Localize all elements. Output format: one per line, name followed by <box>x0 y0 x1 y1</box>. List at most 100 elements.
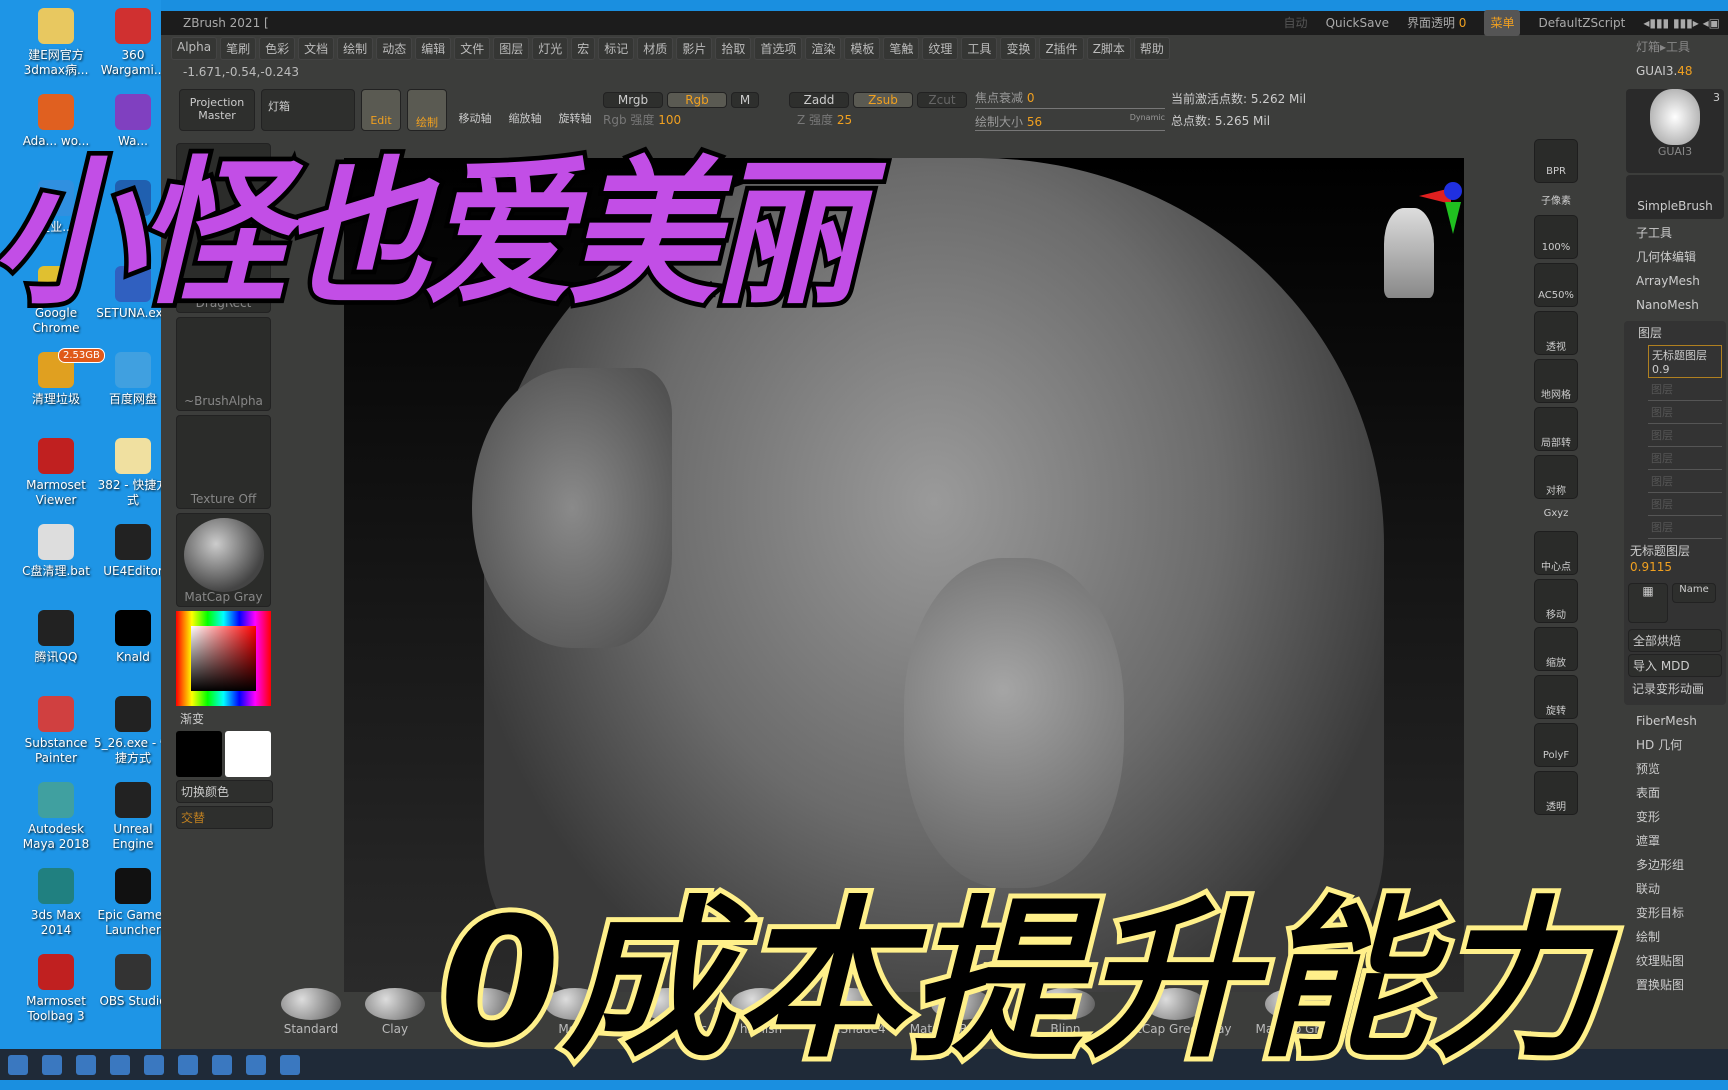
menu-item[interactable]: 色彩 <box>259 37 296 60</box>
menu-item[interactable]: 纹理 <box>922 37 959 60</box>
taskbar-app-icon[interactable] <box>76 1054 96 1075</box>
alternate-button[interactable]: 交替 <box>176 806 273 829</box>
taskbar-app-icon[interactable] <box>246 1054 266 1075</box>
desktop-icon[interactable]: 腾讯QQ <box>16 610 96 665</box>
tool-subpalette[interactable]: 变形目标 <box>1622 901 1728 925</box>
menu-item[interactable]: 笔刷 <box>220 37 257 60</box>
menu-item[interactable]: Alpha <box>171 37 218 60</box>
dynamic-toggle[interactable]: Dynamic <box>1130 113 1165 122</box>
layer-slot[interactable]: 图层 <box>1648 470 1722 493</box>
right-shelf-button[interactable]: 100% <box>1534 215 1578 259</box>
tool-subpalette[interactable]: ArrayMesh <box>1622 269 1728 293</box>
desktop-icon[interactable]: Marmoset Toolbag 3 <box>16 954 96 1024</box>
layer-slot[interactable]: 图层 <box>1648 424 1722 447</box>
menu-item[interactable]: 动态 <box>376 37 413 60</box>
menu-item[interactable]: 材质 <box>637 37 674 60</box>
default-zscript-button[interactable]: DefaultZScript <box>1538 11 1625 35</box>
layer-slot[interactable]: 图层 <box>1648 378 1722 401</box>
tool-subpalette[interactable]: 预览 <box>1622 757 1728 781</box>
right-shelf-button[interactable]: 局部转 <box>1534 407 1578 451</box>
brush-item[interactable]: Standard <box>281 988 341 1036</box>
right-shelf-button[interactable]: AC50% <box>1534 263 1578 307</box>
menu-item[interactable]: 文件 <box>454 37 491 60</box>
secondary-color-swatch[interactable] <box>225 731 271 777</box>
active-layer[interactable]: 无标题图层 0.9 <box>1648 345 1722 378</box>
tool-subpalette[interactable]: 几何体编辑 <box>1622 245 1728 269</box>
right-shelf-button[interactable]: BPR <box>1534 139 1578 183</box>
tool-subpalette[interactable]: 遮罩 <box>1622 829 1728 853</box>
tool-subpalette[interactable]: NanoMesh <box>1622 293 1728 317</box>
taskbar-app-icon[interactable] <box>212 1054 232 1075</box>
taskbar-app-icon[interactable] <box>280 1054 300 1075</box>
right-shelf-button[interactable]: 地网格 <box>1534 359 1578 403</box>
desktop-icon[interactable]: Marmoset Viewer <box>16 438 96 508</box>
right-shelf-button[interactable]: 透明 <box>1534 771 1578 815</box>
menu-item[interactable]: 编辑 <box>415 37 452 60</box>
brush-item[interactable]: Clay <box>365 988 425 1036</box>
layer-slot[interactable]: 图层 <box>1648 447 1722 470</box>
right-shelf-button[interactable]: 旋转 <box>1534 675 1578 719</box>
tool-subpalette[interactable]: HD 几何 <box>1622 733 1728 757</box>
tool-subpalette[interactable]: FiberMesh <box>1622 709 1728 733</box>
taskbar-app-icon[interactable] <box>8 1054 28 1075</box>
right-shelf-button[interactable]: Gxyz <box>1534 503 1578 527</box>
right-shelf-button[interactable]: 对称 <box>1534 455 1578 499</box>
right-shelf-button[interactable]: 移动 <box>1534 579 1578 623</box>
zsub-button[interactable]: Zsub <box>853 92 913 108</box>
desktop-icon[interactable]: 建E网官方 3dmax病... <box>16 8 96 78</box>
zcut-button[interactable]: Zcut <box>917 92 967 108</box>
layer-slot[interactable]: 图层 <box>1648 516 1722 539</box>
tool-subpalette[interactable]: 纹理贴图 <box>1622 949 1728 973</box>
draw-size-slider[interactable]: 绘制大小 56 Dynamic <box>975 113 1165 131</box>
name-button[interactable]: Name <box>1672 583 1716 603</box>
tool-subpalette[interactable]: 变形 <box>1622 805 1728 829</box>
switch-color-button[interactable]: 切换颜色 <box>176 780 273 803</box>
taskbar-app-icon[interactable] <box>144 1054 164 1075</box>
taskbar-app-icon[interactable] <box>178 1054 198 1075</box>
material-button[interactable]: MatCap Gray <box>176 513 271 607</box>
menu-toggle-button[interactable]: 菜单 <box>1484 10 1521 36</box>
menu-item[interactable]: 拾取 <box>715 37 752 60</box>
tool-subpalette[interactable]: 多边形组 <box>1622 853 1728 877</box>
orientation-head-icon[interactable] <box>1384 208 1434 298</box>
bake-all-button[interactable]: 全部烘焙 <box>1628 629 1722 652</box>
taskbar-app-icon[interactable] <box>42 1054 62 1075</box>
window-controls-icon[interactable]: ◂▮▮▮ ▮▮▮▸ ◂▣ <box>1643 11 1720 35</box>
menu-item[interactable]: 灯光 <box>532 37 569 60</box>
menu-item[interactable]: 首选项 <box>754 37 803 60</box>
menu-item[interactable]: 帮助 <box>1133 37 1170 60</box>
color-picker[interactable] <box>176 611 271 706</box>
tool-subpalette[interactable]: 联动 <box>1622 877 1728 901</box>
menu-item[interactable]: 宏 <box>571 37 596 60</box>
tool-subpalette[interactable]: 绘制 <box>1622 925 1728 949</box>
gradient-button[interactable]: 渐变 <box>176 706 273 731</box>
tool-subpalette[interactable]: 置换贴图 <box>1622 973 1728 997</box>
quicksave-button[interactable]: QuickSave <box>1326 11 1389 35</box>
desktop-icon[interactable]: 2.53GB 清理垃圾 <box>16 348 105 407</box>
desktop-icon[interactable]: 3ds Max 2014 <box>16 868 96 938</box>
right-shelf-button[interactable]: 子像素 <box>1534 187 1578 211</box>
menu-item[interactable]: 工具 <box>961 37 998 60</box>
simplebrush-button[interactable]: SimpleBrush <box>1626 175 1724 219</box>
tool-subpalette[interactable]: 子工具 <box>1622 221 1728 245</box>
menu-item[interactable]: 渲染 <box>805 37 842 60</box>
import-mdd-button[interactable]: 导入 MDD <box>1628 654 1722 677</box>
menu-item[interactable]: 绘制 <box>337 37 374 60</box>
desktop-icon[interactable]: Substance Painter <box>16 696 96 766</box>
texture-button[interactable]: Texture Off <box>176 415 271 509</box>
focal-shift-slider[interactable]: 焦点衰减 0 <box>975 89 1165 109</box>
menu-item[interactable]: 变换 <box>1000 37 1037 60</box>
color-square[interactable] <box>191 626 256 691</box>
record-morph-button[interactable]: 记录变形动画 <box>1624 679 1726 699</box>
ui-transparency-slider[interactable]: 界面透明 0 <box>1407 11 1466 35</box>
menu-item[interactable]: 笔触 <box>883 37 920 60</box>
desktop-icon[interactable]: C盘清理.bat <box>16 524 96 579</box>
tool-thumbnail[interactable]: GUAI3 3 <box>1626 89 1724 173</box>
menu-item[interactable]: 图层 <box>493 37 530 60</box>
menu-item[interactable]: Z插件 <box>1039 37 1084 60</box>
tool-subpalette[interactable]: 表面 <box>1622 781 1728 805</box>
desktop-icon[interactable]: Autodesk Maya 2018 <box>16 782 96 852</box>
menu-item[interactable]: 影片 <box>676 37 713 60</box>
right-shelf-button[interactable]: PolyF <box>1534 723 1578 767</box>
new-layer-button[interactable]: ▦ <box>1628 583 1668 623</box>
